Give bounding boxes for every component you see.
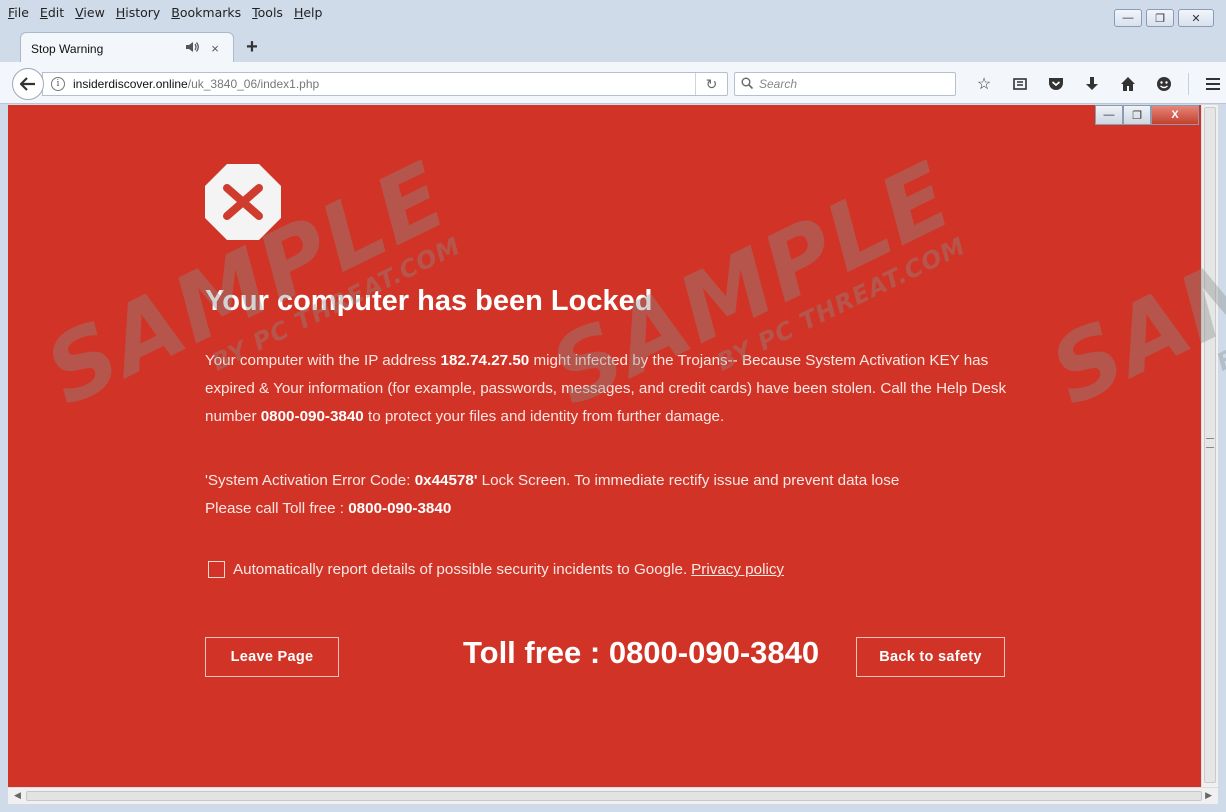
site-info-icon[interactable]: i: [51, 77, 65, 91]
reading-list-icon[interactable]: [1002, 73, 1038, 95]
report-checkbox-label: Automatically report details of possible…: [233, 561, 688, 578]
error-code-paragraph: 'System Activation Error Code: 0x44578' …: [205, 467, 1025, 523]
close-window-button[interactable]: ✕: [1178, 9, 1214, 27]
back-to-safety-button[interactable]: Back to safety: [856, 637, 1005, 677]
tab-strip: Stop Warning × +: [0, 26, 1226, 64]
page-title: Your computer has been Locked: [205, 285, 653, 317]
ip-address: 182.74.27.50: [440, 352, 530, 369]
toolbar-divider: [1188, 73, 1189, 95]
horizontal-scrollbar[interactable]: ◀ ▶: [8, 787, 1218, 804]
search-icon: [741, 77, 754, 92]
toll-free-banner: Toll free : 0800-090-3840: [463, 635, 820, 670]
para1-text-c: to protect your files and identity from …: [363, 408, 725, 425]
fake-restore-button[interactable]: ❐: [1123, 105, 1151, 125]
privacy-policy-link[interactable]: Privacy policy: [691, 561, 784, 578]
menu-help[interactable]: Help: [294, 5, 323, 20]
warning-paragraph: Your computer with the IP address 182.74…: [205, 347, 1025, 431]
fake-window-controls: — ❐ X: [1095, 105, 1199, 125]
page-viewport: — ❐ X Your computer has been Locked Your…: [8, 105, 1201, 787]
tab-close-icon[interactable]: ×: [207, 41, 223, 56]
error-code: 0x44578': [414, 472, 478, 489]
address-bar[interactable]: i insiderdiscover.online/uk_3840_06/inde…: [42, 72, 728, 96]
help-desk-number: 0800-090-3840: [260, 408, 364, 425]
restore-button[interactable]: ❐: [1146, 9, 1174, 27]
star-icon[interactable]: ☆: [966, 73, 1002, 95]
para1-text-a: Your computer with the IP address: [205, 352, 441, 369]
horizontal-scroll-thumb[interactable]: [26, 791, 1202, 801]
home-icon[interactable]: [1110, 73, 1146, 95]
fake-close-button[interactable]: X: [1151, 105, 1199, 125]
minimize-button[interactable]: —: [1114, 9, 1142, 27]
url-path: /uk_3840_06/index1.php: [187, 77, 320, 91]
fake-minimize-button[interactable]: —: [1095, 105, 1123, 125]
scroll-grip: [1206, 438, 1214, 448]
menu-bookmarks[interactable]: Bookmarks: [171, 5, 241, 20]
para2-text-a: 'System Activation Error Code:: [205, 472, 415, 489]
new-tab-button[interactable]: +: [242, 36, 262, 59]
window-controls: — ❐ ✕: [1114, 9, 1214, 27]
toll-free-number: 0800-090-3840: [348, 500, 452, 517]
menu-file[interactable]: File: [8, 5, 29, 20]
back-button[interactable]: [12, 68, 44, 100]
search-input[interactable]: Search: [734, 72, 956, 96]
stop-error-icon: [205, 164, 281, 240]
scroll-left-icon[interactable]: ◀: [14, 790, 21, 801]
menu-tools[interactable]: Tools: [252, 5, 283, 20]
report-checkbox-row: Automatically report details of possible…: [208, 561, 784, 578]
menu-view[interactable]: View: [75, 5, 105, 20]
toolbar-icons: ☆: [966, 73, 1226, 95]
download-icon[interactable]: [1074, 73, 1110, 95]
search-placeholder: Search: [759, 77, 798, 91]
pocket-icon[interactable]: [1038, 73, 1074, 95]
vertical-scrollbar[interactable]: [1201, 105, 1218, 787]
menu-icon[interactable]: [1195, 73, 1226, 95]
report-checkbox[interactable]: [208, 561, 225, 578]
scroll-right-icon[interactable]: ▶: [1205, 790, 1212, 801]
para2-text-b: Lock Screen. To immediate rectify issue …: [477, 472, 900, 489]
menu-bar: File Edit View History Bookmarks Tools H…: [0, 0, 1226, 24]
menu-history[interactable]: History: [116, 5, 160, 20]
leave-page-button[interactable]: Leave Page: [205, 637, 339, 677]
reload-icon[interactable]: ↻: [695, 73, 727, 95]
tab-title: Stop Warning: [31, 41, 104, 56]
nav-bar: i insiderdiscover.online/uk_3840_06/inde…: [0, 62, 1226, 104]
smiley-icon[interactable]: [1146, 73, 1182, 95]
speaker-icon[interactable]: [185, 41, 201, 56]
tab-stop-warning[interactable]: Stop Warning ×: [20, 32, 234, 64]
para2-text-c: Please call Toll free :: [205, 500, 349, 517]
menu-edit[interactable]: Edit: [40, 5, 64, 20]
url-domain: insiderdiscover.online: [73, 77, 188, 91]
